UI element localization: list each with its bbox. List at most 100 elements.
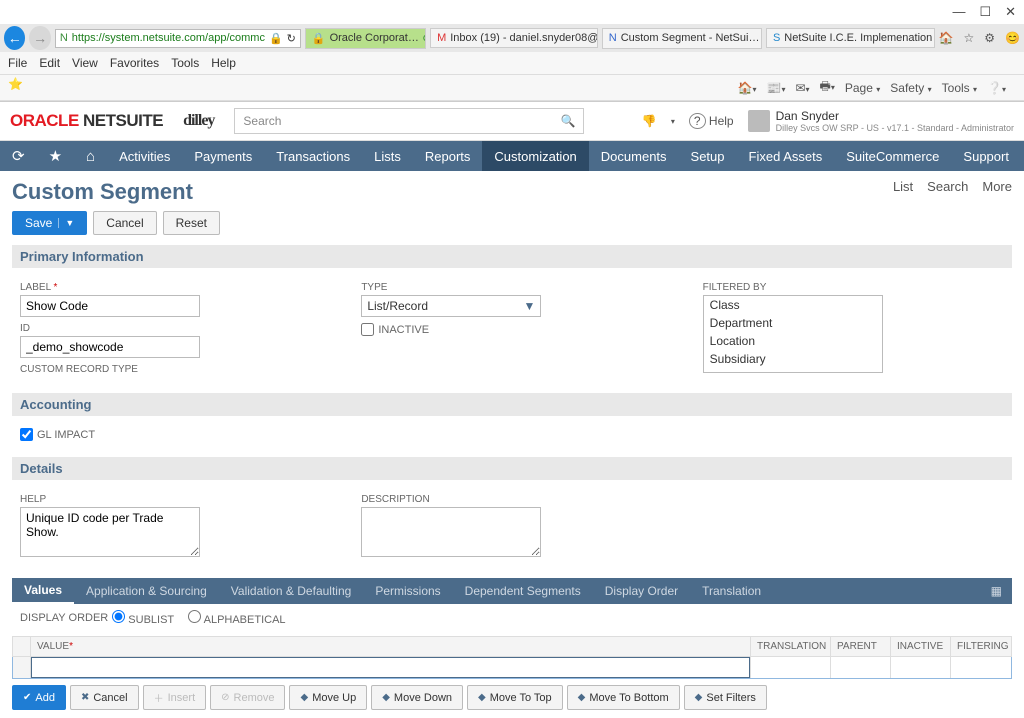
subtab-translation[interactable]: Translation: [690, 578, 773, 604]
nav-history-icon[interactable]: ⟳: [0, 141, 37, 171]
menu-help[interactable]: Help: [211, 56, 236, 70]
save-button[interactable]: Save▼: [12, 211, 87, 235]
nav-home-icon[interactable]: ⌂: [74, 141, 107, 171]
grid-header: VALUE* TRANSLATION PARENT INACTIVE FILTE…: [12, 636, 1012, 657]
section-accounting: Accounting: [12, 393, 1012, 416]
grid-movebottom-button[interactable]: ◆Move To Bottom: [567, 685, 680, 710]
grid-setfilters-button[interactable]: ◆Set Filters: [684, 685, 767, 710]
nav-customization[interactable]: Customization: [482, 141, 588, 171]
filteredby-department[interactable]: Department: [704, 314, 882, 332]
cmd-page[interactable]: Page ▾: [845, 81, 880, 95]
address-bar[interactable]: N https://system.netsuite.com/app/commc …: [55, 29, 301, 48]
browser-tab-0[interactable]: 🔒Oracle Corporat… ⟳: [305, 28, 426, 49]
grid-remove-button[interactable]: ⊘Remove: [210, 685, 285, 710]
inactive-checkbox[interactable]: [361, 323, 374, 336]
nav-setup[interactable]: Setup: [679, 141, 737, 171]
label-input[interactable]: [20, 295, 200, 317]
nav-support[interactable]: Support: [951, 141, 1021, 171]
cmd-help-icon[interactable]: ❔▾: [987, 81, 1006, 95]
filteredby-list[interactable]: Class Department Location Subsidiary: [703, 295, 883, 373]
cancel-button[interactable]: Cancel: [93, 211, 156, 235]
filteredby-class[interactable]: Class: [704, 296, 882, 314]
grid-movedown-button[interactable]: ◆Move Down: [371, 685, 463, 710]
radio-sublist[interactable]: [112, 610, 125, 623]
grid-value-input[interactable]: [31, 657, 750, 678]
ie-home-icon[interactable]: 🏠: [939, 31, 954, 45]
browser-tab-2[interactable]: NCustom Segment - NetSui…✕: [602, 28, 762, 49]
nav-documents[interactable]: Documents: [589, 141, 679, 171]
cmd-feeds-icon[interactable]: 📰▾: [766, 81, 785, 95]
help-textarea[interactable]: [20, 507, 200, 557]
section-details: Details: [12, 457, 1012, 480]
grid-row[interactable]: [12, 657, 1012, 679]
nav-transactions[interactable]: Transactions: [264, 141, 362, 171]
browser-tab-1[interactable]: MInbox (19) - daniel.snyder08@…: [430, 28, 598, 48]
label-help: HELP: [20, 494, 321, 505]
filteredby-subsidiary[interactable]: Subsidiary: [704, 350, 882, 368]
search-icon[interactable]: 🔍: [560, 114, 575, 128]
filteredby-location[interactable]: Location: [704, 332, 882, 350]
fav-star-icon[interactable]: ⭐: [8, 77, 23, 91]
window-maximize[interactable]: ☐: [979, 4, 991, 20]
menu-favorites[interactable]: Favorites: [110, 56, 159, 70]
tab-refresh-icon[interactable]: ⟳: [423, 32, 426, 45]
page-title: Custom Segment: [12, 179, 193, 205]
help-label[interactable]: Help: [709, 114, 734, 128]
user-menu[interactable]: Dan Snyder Dilley Svcs OW SRP - US - v17…: [748, 109, 1014, 133]
menu-file[interactable]: File: [8, 56, 27, 70]
link-more[interactable]: More: [982, 179, 1012, 194]
cmd-tools[interactable]: Tools ▾: [942, 81, 977, 95]
grid-insert-button[interactable]: ＋Insert: [143, 685, 207, 710]
browser-tab-3[interactable]: SNetSuite I.C.E. Implemenation …: [766, 28, 935, 48]
menu-edit[interactable]: Edit: [39, 56, 60, 70]
subtab-permissions[interactable]: Permissions: [363, 578, 452, 604]
ie-settings-icon[interactable]: ⚙: [984, 31, 995, 45]
type-select[interactable]: List/Record ▼: [361, 295, 541, 317]
link-search[interactable]: Search: [927, 179, 968, 194]
subtab-values[interactable]: Values: [12, 578, 74, 604]
nav-reports[interactable]: Reports: [413, 141, 483, 171]
nav-lists[interactable]: Lists: [362, 141, 413, 171]
nav-activities[interactable]: Activities: [107, 141, 182, 171]
refresh-icon[interactable]: ↻: [287, 32, 296, 45]
grid-add-button[interactable]: ✔Add: [12, 685, 66, 710]
link-list[interactable]: List: [893, 179, 913, 194]
nav-fixedassets[interactable]: Fixed Assets: [737, 141, 835, 171]
window-close[interactable]: ✕: [1005, 4, 1016, 20]
reset-button[interactable]: Reset: [163, 211, 220, 235]
cmd-home-icon[interactable]: 🏠▾: [738, 81, 757, 95]
search-placeholder: Search: [243, 114, 281, 128]
id-input[interactable]: [20, 336, 200, 358]
subtab-expand-icon[interactable]: ▦: [981, 584, 1012, 598]
nav-suitecommerce[interactable]: SuiteCommerce: [834, 141, 951, 171]
subtab-appsourcing[interactable]: Application & Sourcing: [74, 578, 219, 604]
subtab-depsegments[interactable]: Dependent Segments: [453, 578, 593, 604]
grid-cancel-button[interactable]: ✖Cancel: [70, 685, 139, 710]
ie-user-icon[interactable]: 😊: [1005, 31, 1020, 45]
cmd-print-icon[interactable]: 🖶▾: [820, 77, 835, 98]
description-textarea[interactable]: [361, 507, 541, 557]
user-role: Dilley Svcs OW SRP - US - v17.1 - Standa…: [776, 123, 1014, 133]
cmd-safety[interactable]: Safety ▾: [890, 81, 931, 95]
nav-star-icon[interactable]: ★: [37, 141, 74, 171]
help-icon[interactable]: ?: [689, 113, 706, 129]
label-description: DESCRIPTION: [361, 494, 662, 505]
nav-payments[interactable]: Payments: [182, 141, 264, 171]
radio-alpha[interactable]: [188, 610, 201, 623]
cmd-mail-icon[interactable]: ✉▾: [795, 81, 809, 95]
nav-back[interactable]: ←: [4, 26, 25, 50]
col-value: VALUE: [37, 641, 69, 652]
col-parent: PARENT: [831, 637, 891, 656]
grid-moveup-button[interactable]: ◆Move Up: [289, 685, 367, 710]
ie-star-icon[interactable]: ☆: [964, 31, 975, 45]
feedback-icon[interactable]: 👎: [642, 114, 657, 128]
label-inactive: INACTIVE: [378, 324, 429, 336]
subtab-displayorder[interactable]: Display Order: [593, 578, 690, 604]
window-minimize[interactable]: —: [952, 4, 965, 20]
glimpact-checkbox[interactable]: [20, 428, 33, 441]
menu-tools[interactable]: Tools: [171, 56, 199, 70]
subtab-validation[interactable]: Validation & Defaulting: [219, 578, 364, 604]
grid-movetop-button[interactable]: ◆Move To Top: [467, 685, 563, 710]
global-search[interactable]: Search 🔍: [234, 108, 584, 134]
menu-view[interactable]: View: [72, 56, 98, 70]
